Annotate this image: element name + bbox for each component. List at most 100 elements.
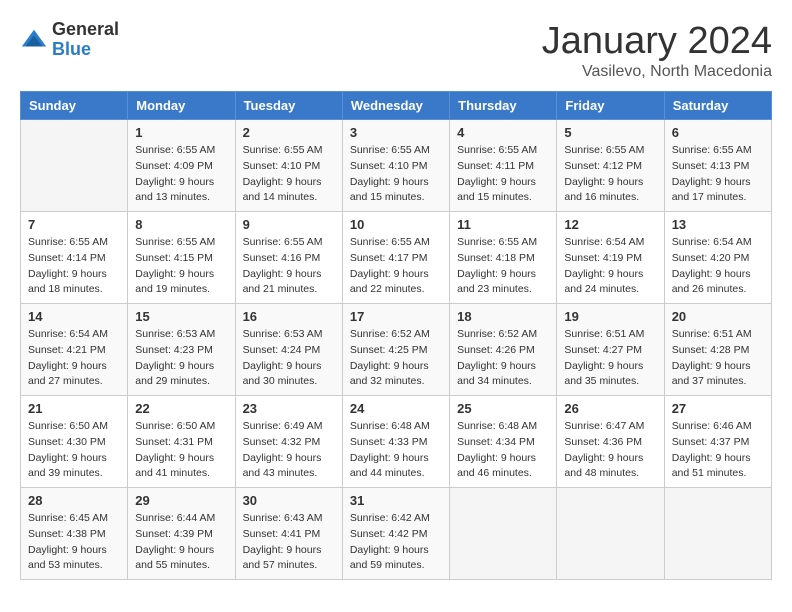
logo-general: General xyxy=(52,20,119,40)
calendar-cell: 24 Sunrise: 6:48 AMSunset: 4:33 PMDayligh… xyxy=(342,396,449,488)
calendar-week-2: 7 Sunrise: 6:55 AMSunset: 4:14 PMDaylight… xyxy=(21,212,772,304)
day-detail: Sunrise: 6:54 AMSunset: 4:20 PMDaylight:… xyxy=(672,235,764,298)
calendar-cell: 25 Sunrise: 6:48 AMSunset: 4:34 PMDayligh… xyxy=(450,396,557,488)
day-detail: Sunrise: 6:49 AMSunset: 4:32 PMDaylight:… xyxy=(243,419,335,482)
day-number: 9 xyxy=(243,217,335,232)
calendar-cell: 23 Sunrise: 6:49 AMSunset: 4:32 PMDayligh… xyxy=(235,396,342,488)
day-detail: Sunrise: 6:50 AMSunset: 4:30 PMDaylight:… xyxy=(28,419,120,482)
day-number: 22 xyxy=(135,401,227,416)
day-number: 3 xyxy=(350,125,442,140)
calendar-week-3: 14 Sunrise: 6:54 AMSunset: 4:21 PMDayligh… xyxy=(21,304,772,396)
day-number: 26 xyxy=(564,401,656,416)
calendar-week-1: 1 Sunrise: 6:55 AMSunset: 4:09 PMDaylight… xyxy=(21,120,772,212)
calendar-cell: 7 Sunrise: 6:55 AMSunset: 4:14 PMDaylight… xyxy=(21,212,128,304)
calendar-cell: 31Sunrise: 6:42 AMSunset: 4:42 PMDayligh… xyxy=(342,488,449,580)
calendar-cell: 14 Sunrise: 6:54 AMSunset: 4:21 PMDayligh… xyxy=(21,304,128,396)
calendar-cell: 9 Sunrise: 6:55 AMSunset: 4:16 PMDaylight… xyxy=(235,212,342,304)
day-detail: Sunrise: 6:55 AMSunset: 4:15 PMDaylight:… xyxy=(135,235,227,298)
day-number: 2 xyxy=(243,125,335,140)
calendar-table: SundayMondayTuesdayWednesdayThursdayFrid… xyxy=(20,91,772,580)
day-number: 10 xyxy=(350,217,442,232)
logo-text: General Blue xyxy=(52,20,119,60)
day-detail: Sunrise: 6:48 AMSunset: 4:34 PMDaylight:… xyxy=(457,419,549,482)
day-number: 27 xyxy=(672,401,764,416)
calendar-cell: 6 Sunrise: 6:55 AMSunset: 4:13 PMDaylight… xyxy=(664,120,771,212)
day-number: 6 xyxy=(672,125,764,140)
day-number: 13 xyxy=(672,217,764,232)
calendar-subtitle: Vasilevo, North Macedonia xyxy=(542,63,772,81)
calendar-cell: 13 Sunrise: 6:54 AMSunset: 4:20 PMDayligh… xyxy=(664,212,771,304)
calendar-week-5: 28Sunrise: 6:45 AMSunset: 4:38 PMDayligh… xyxy=(21,488,772,580)
calendar-cell: 1 Sunrise: 6:55 AMSunset: 4:09 PMDaylight… xyxy=(128,120,235,212)
calendar-cell: 29Sunrise: 6:44 AMSunset: 4:39 PMDayligh… xyxy=(128,488,235,580)
calendar-cell: 2 Sunrise: 6:55 AMSunset: 4:10 PMDaylight… xyxy=(235,120,342,212)
calendar-cell: 26 Sunrise: 6:47 AMSunset: 4:36 PMDayligh… xyxy=(557,396,664,488)
day-detail: Sunrise: 6:55 AMSunset: 4:10 PMDaylight:… xyxy=(350,143,442,206)
calendar-cell: 4Sunrise: 6:55 AMSunset: 4:11 PMDaylight… xyxy=(450,120,557,212)
header-cell-thursday: Thursday xyxy=(450,92,557,120)
title-block: January 2024 Vasilevo, North Macedonia xyxy=(542,20,772,81)
header-cell-sunday: Sunday xyxy=(21,92,128,120)
calendar-cell: 20 Sunrise: 6:51 AMSunset: 4:28 PMDayligh… xyxy=(664,304,771,396)
day-detail: Sunrise: 6:55 AMSunset: 4:17 PMDaylight:… xyxy=(350,235,442,298)
header-row: SundayMondayTuesdayWednesdayThursdayFrid… xyxy=(21,92,772,120)
day-number: 25 xyxy=(457,401,549,416)
day-detail: Sunrise: 6:52 AMSunset: 4:26 PMDaylight:… xyxy=(457,327,549,390)
header-cell-monday: Monday xyxy=(128,92,235,120)
day-number: 17 xyxy=(350,309,442,324)
day-detail: Sunrise: 6:43 AMSunset: 4:41 PMDaylight:… xyxy=(243,511,335,574)
day-detail: Sunrise: 6:55 AMSunset: 4:09 PMDaylight:… xyxy=(135,143,227,206)
day-number: 16 xyxy=(243,309,335,324)
page-header: General Blue January 2024 Vasilevo, Nort… xyxy=(20,20,772,81)
day-number: 15 xyxy=(135,309,227,324)
day-number: 23 xyxy=(243,401,335,416)
calendar-cell: 11Sunrise: 6:55 AMSunset: 4:18 PMDayligh… xyxy=(450,212,557,304)
calendar-cell xyxy=(557,488,664,580)
day-number: 12 xyxy=(564,217,656,232)
day-detail: Sunrise: 6:51 AMSunset: 4:28 PMDaylight:… xyxy=(672,327,764,390)
day-number: 19 xyxy=(564,309,656,324)
day-number: 8 xyxy=(135,217,227,232)
day-detail: Sunrise: 6:46 AMSunset: 4:37 PMDaylight:… xyxy=(672,419,764,482)
logo-blue: Blue xyxy=(52,40,119,60)
day-detail: Sunrise: 6:55 AMSunset: 4:11 PMDaylight:… xyxy=(457,143,549,206)
calendar-cell xyxy=(450,488,557,580)
day-detail: Sunrise: 6:53 AMSunset: 4:24 PMDaylight:… xyxy=(243,327,335,390)
calendar-cell: 10 Sunrise: 6:55 AMSunset: 4:17 PMDayligh… xyxy=(342,212,449,304)
day-detail: Sunrise: 6:54 AMSunset: 4:19 PMDaylight:… xyxy=(564,235,656,298)
calendar-cell: 19 Sunrise: 6:51 AMSunset: 4:27 PMDayligh… xyxy=(557,304,664,396)
day-number: 1 xyxy=(135,125,227,140)
calendar-cell: 18Sunrise: 6:52 AMSunset: 4:26 PMDayligh… xyxy=(450,304,557,396)
day-detail: Sunrise: 6:44 AMSunset: 4:39 PMDaylight:… xyxy=(135,511,227,574)
calendar-cell: 28Sunrise: 6:45 AMSunset: 4:38 PMDayligh… xyxy=(21,488,128,580)
day-detail: Sunrise: 6:47 AMSunset: 4:36 PMDaylight:… xyxy=(564,419,656,482)
day-number: 5 xyxy=(564,125,656,140)
day-detail: Sunrise: 6:54 AMSunset: 4:21 PMDaylight:… xyxy=(28,327,120,390)
day-detail: Sunrise: 6:53 AMSunset: 4:23 PMDaylight:… xyxy=(135,327,227,390)
calendar-cell: 15 Sunrise: 6:53 AMSunset: 4:23 PMDayligh… xyxy=(128,304,235,396)
day-detail: Sunrise: 6:48 AMSunset: 4:33 PMDaylight:… xyxy=(350,419,442,482)
header-cell-tuesday: Tuesday xyxy=(235,92,342,120)
logo: General Blue xyxy=(20,20,119,60)
day-number: 24 xyxy=(350,401,442,416)
calendar-title: January 2024 xyxy=(542,20,772,63)
day-number: 30 xyxy=(243,493,335,508)
day-detail: Sunrise: 6:55 AMSunset: 4:10 PMDaylight:… xyxy=(243,143,335,206)
header-cell-friday: Friday xyxy=(557,92,664,120)
calendar-cell: 12 Sunrise: 6:54 AMSunset: 4:19 PMDayligh… xyxy=(557,212,664,304)
day-detail: Sunrise: 6:52 AMSunset: 4:25 PMDaylight:… xyxy=(350,327,442,390)
calendar-cell xyxy=(21,120,128,212)
day-number: 28 xyxy=(28,493,120,508)
header-cell-saturday: Saturday xyxy=(664,92,771,120)
day-detail: Sunrise: 6:51 AMSunset: 4:27 PMDaylight:… xyxy=(564,327,656,390)
day-detail: Sunrise: 6:55 AMSunset: 4:12 PMDaylight:… xyxy=(564,143,656,206)
day-detail: Sunrise: 6:55 AMSunset: 4:16 PMDaylight:… xyxy=(243,235,335,298)
day-number: 14 xyxy=(28,309,120,324)
day-number: 20 xyxy=(672,309,764,324)
day-number: 21 xyxy=(28,401,120,416)
day-detail: Sunrise: 6:55 AMSunset: 4:13 PMDaylight:… xyxy=(672,143,764,206)
calendar-cell: 3 Sunrise: 6:55 AMSunset: 4:10 PMDaylight… xyxy=(342,120,449,212)
header-cell-wednesday: Wednesday xyxy=(342,92,449,120)
day-detail: Sunrise: 6:55 AMSunset: 4:14 PMDaylight:… xyxy=(28,235,120,298)
day-number: 7 xyxy=(28,217,120,232)
